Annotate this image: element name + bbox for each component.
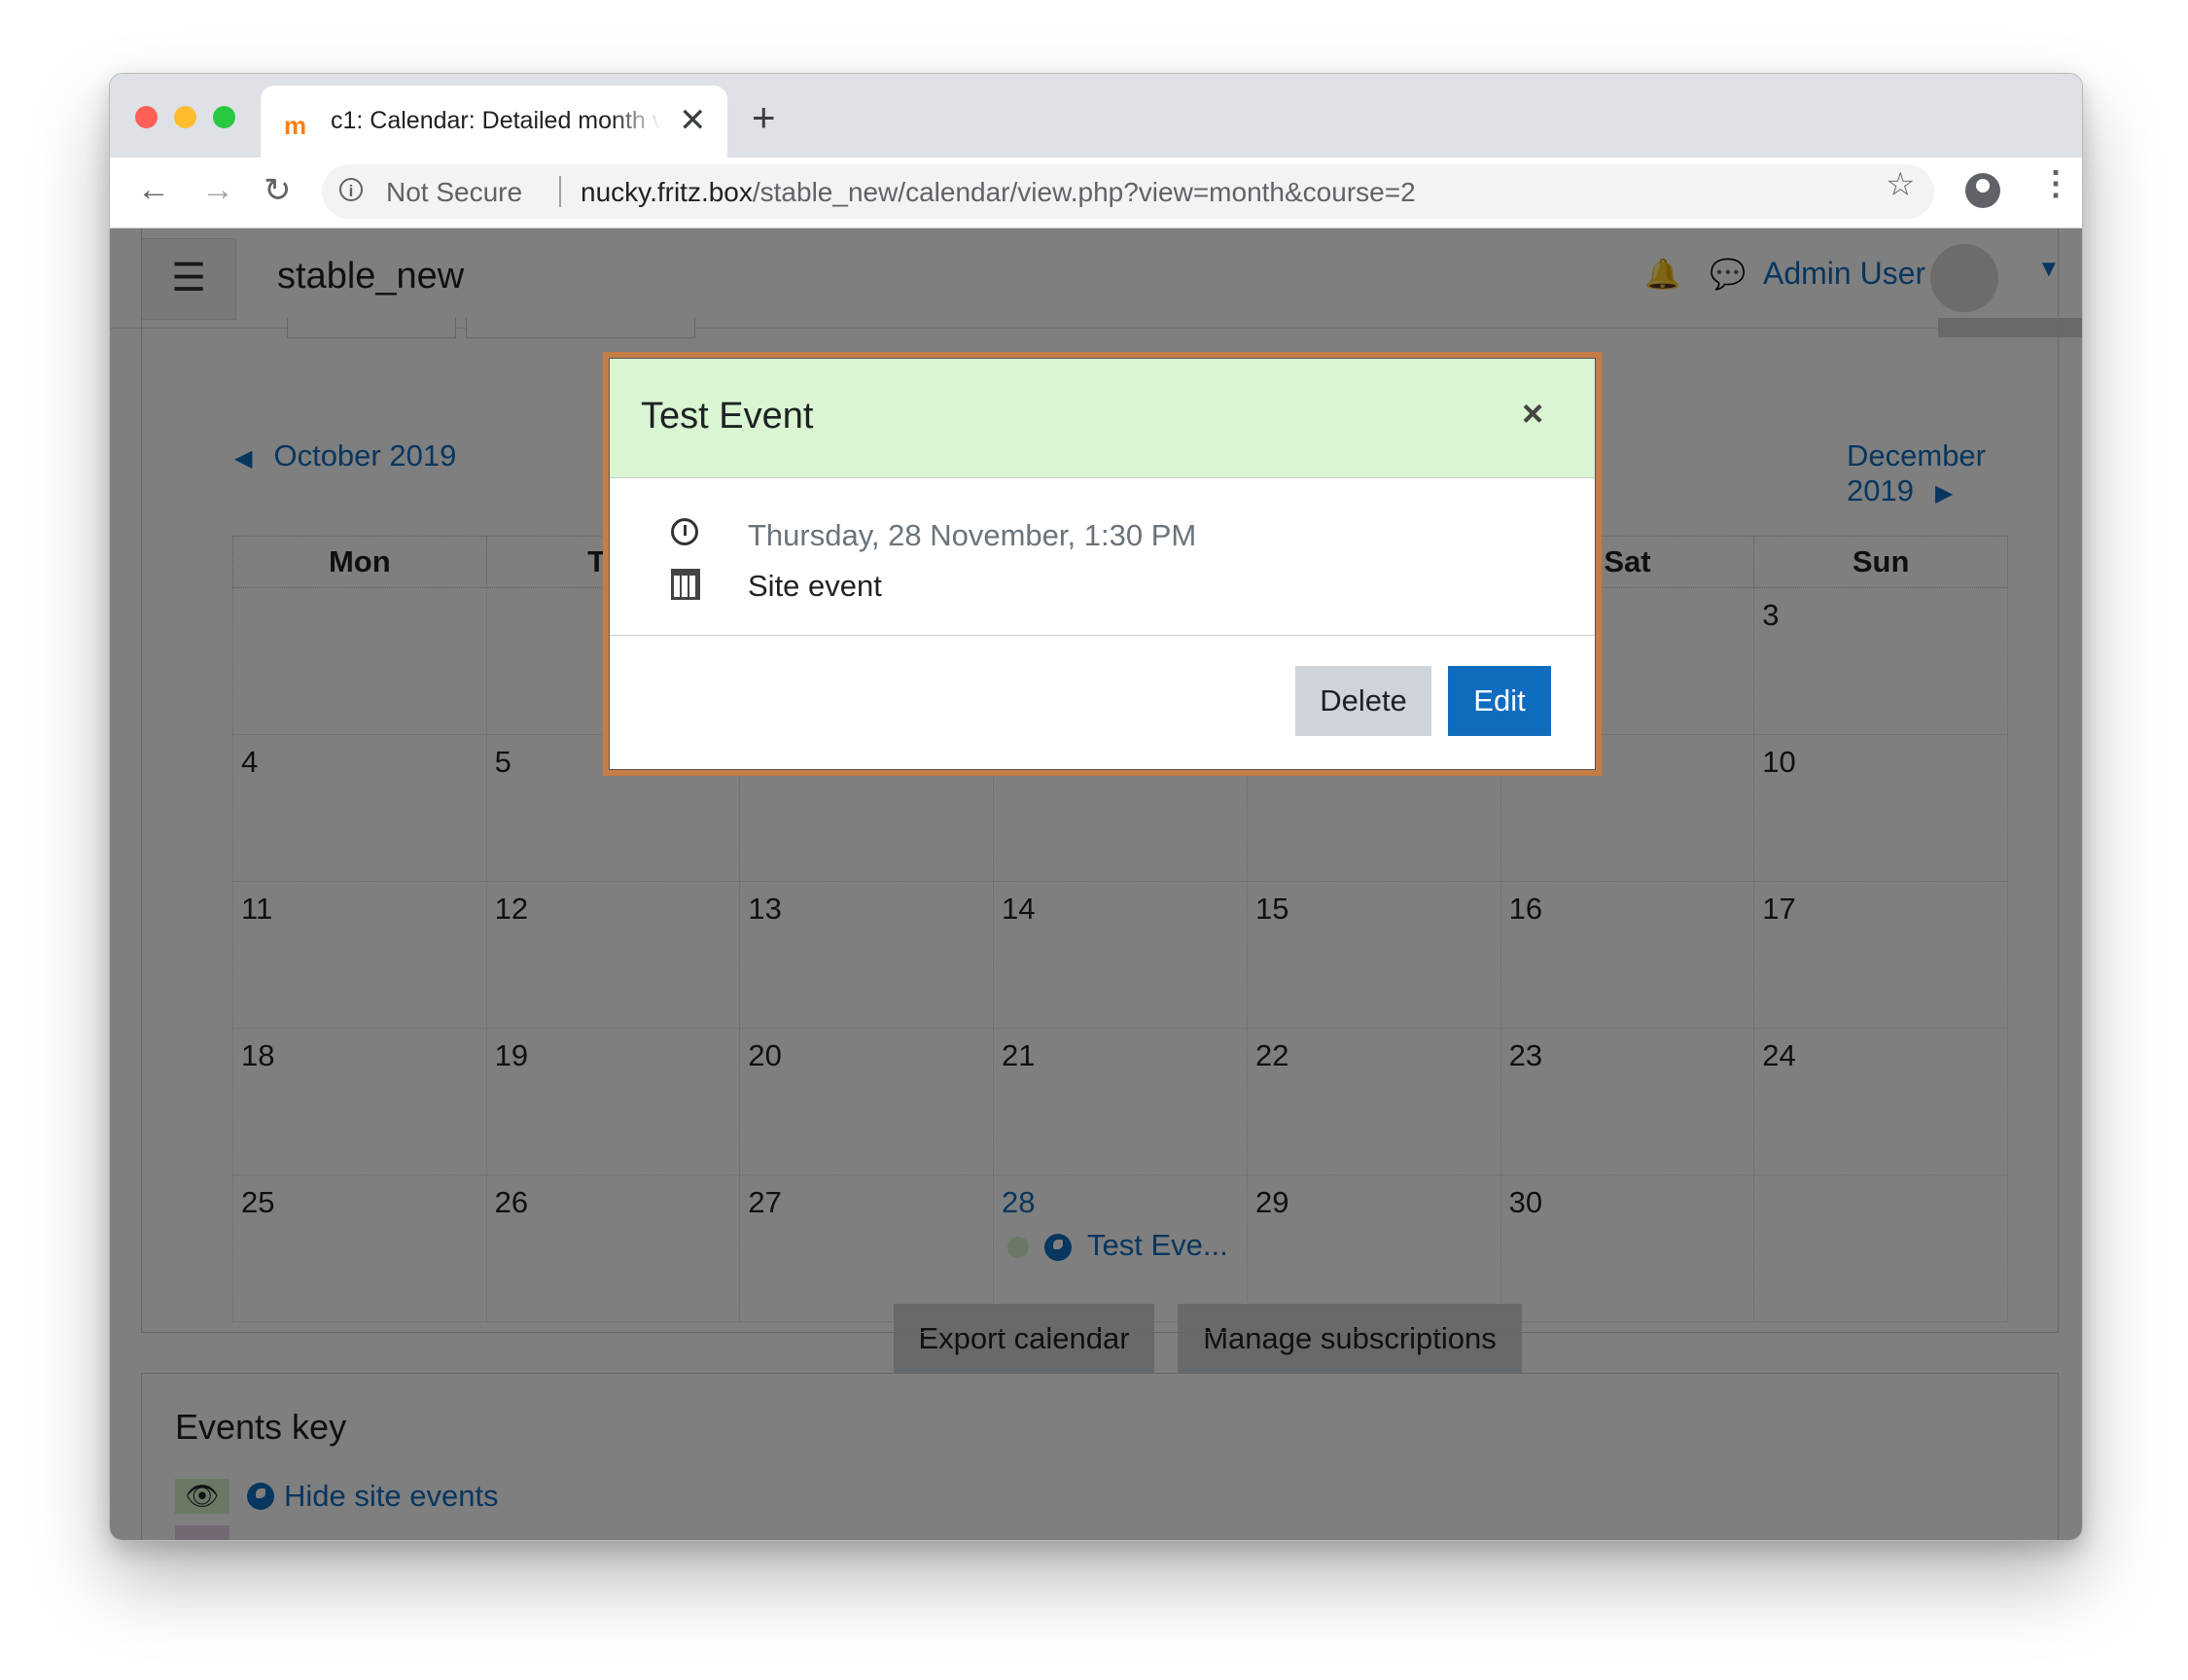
- browser-window: m c1: Calendar: Detailed month view ✕ + …: [109, 73, 2083, 1541]
- new-tab-button[interactable]: +: [752, 97, 776, 138]
- event-modal: Test Event × Thursday, 28 November, 1:30…: [609, 358, 1596, 770]
- profile-icon[interactable]: [1965, 173, 2000, 208]
- close-window-button[interactable]: [135, 106, 158, 128]
- security-label: Not Secure: [386, 177, 523, 207]
- event-datetime: Thursday, 28 November, 1:30 PM: [748, 518, 1197, 552]
- url-path: /stable_new/calendar/view.php?view=month…: [752, 177, 1416, 207]
- url-text[interactable]: nucky.fritz.box/stable_new/calendar/view…: [581, 177, 1416, 208]
- back-arrow-icon[interactable]: ←: [137, 171, 170, 209]
- forward-arrow-icon[interactable]: →: [201, 171, 234, 209]
- edit-button[interactable]: Edit: [1448, 666, 1551, 736]
- calendar-icon: [671, 569, 700, 600]
- bookmark-star-icon[interactable]: ☆: [1886, 165, 1915, 204]
- browser-menu-icon[interactable]: ⋮: [2039, 167, 2072, 200]
- modal-footer-divider: [610, 635, 1595, 636]
- reload-icon[interactable]: ↻: [264, 171, 292, 210]
- url-host: nucky.fritz.box: [581, 177, 753, 207]
- close-tab-icon[interactable]: ✕: [679, 101, 707, 140]
- address-bar[interactable]: i Not Secure nucky.fritz.box/stable_new/…: [322, 164, 1934, 219]
- address-divider: [559, 176, 561, 207]
- minimize-window-button[interactable]: [174, 106, 196, 128]
- modal-header: Test Event ×: [610, 359, 1595, 478]
- info-icon[interactable]: i: [339, 178, 363, 201]
- moodle-favicon-icon: m: [284, 111, 307, 140]
- event-type: Site event: [748, 569, 882, 603]
- browser-toolbar: ← → ↻ i Not Secure nucky.fritz.box/stabl…: [110, 158, 2082, 228]
- maximize-window-button[interactable]: [213, 106, 235, 128]
- modal-title: Test Event: [641, 396, 814, 437]
- delete-button[interactable]: Delete: [1295, 666, 1431, 736]
- clock-icon: [671, 518, 698, 545]
- close-icon[interactable]: ×: [1522, 394, 1543, 436]
- tab-calendar[interactable]: m c1: Calendar: Detailed month view ✕: [261, 86, 727, 158]
- tab-title: c1: Calendar: Detailed month view: [331, 107, 661, 134]
- tab-strip: m c1: Calendar: Detailed month view ✕ +: [110, 74, 2082, 158]
